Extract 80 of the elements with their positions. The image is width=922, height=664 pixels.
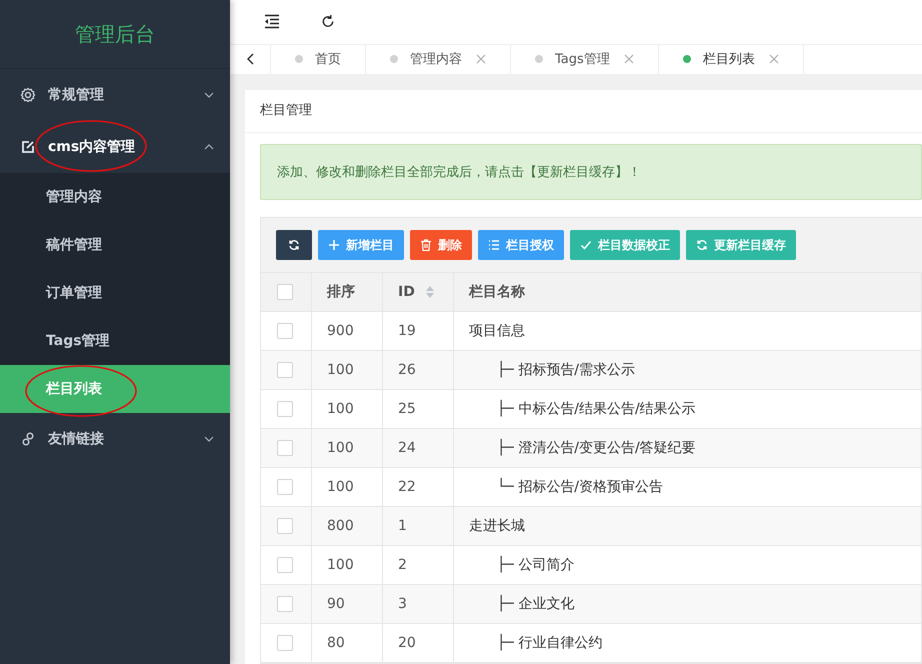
table-cell: 22 (383, 468, 454, 506)
panel-title: 栏目管理 (245, 90, 922, 133)
table-cell: 项目信息 (469, 322, 525, 340)
table-cell: 90 (312, 585, 383, 623)
row-checkbox[interactable] (277, 596, 293, 612)
table-cell: 80 (312, 624, 383, 662)
row-checkbox[interactable] (277, 440, 293, 456)
row-checkbox[interactable] (277, 518, 293, 534)
page-tab[interactable]: 栏目列表 (658, 44, 804, 74)
table-cell: └─ 招标公告/资格预审公告 (497, 478, 664, 496)
table-cell: ├─ 澄清公告/变更公告/答疑纪要 (497, 439, 696, 457)
check-icon (580, 239, 592, 251)
notice-alert: 添加、修改和删除栏目全部完成后，请点击【更新栏目缓存】！ (260, 144, 922, 200)
tab-label: 栏目列表 (702, 51, 755, 68)
table-cell: 1 (383, 507, 454, 545)
close-icon[interactable] (768, 54, 779, 64)
column-header: 栏目名称 (454, 273, 922, 311)
table-cell: ├─ 行业自律公约 (497, 634, 602, 652)
list-icon (488, 239, 500, 251)
menu-label: 常规管理 (48, 86, 105, 104)
submenu-item[interactable]: Tags管理 (0, 317, 230, 365)
table-cell: ├─ 中标公告/结果公告/结果公示 (497, 400, 696, 418)
sort-icon[interactable] (424, 285, 435, 299)
table-cell: 26 (383, 351, 454, 389)
page-tab[interactable]: 首页 (271, 44, 366, 74)
tab-label: Tags管理 (555, 51, 610, 68)
table-cell: 100 (312, 468, 383, 506)
menu-fold-icon[interactable] (264, 14, 280, 30)
submenu-item[interactable]: 稿件管理 (0, 221, 230, 269)
plus-icon (328, 239, 340, 251)
row-checkbox[interactable] (277, 557, 293, 573)
menu-label: 友情链接 (48, 430, 105, 448)
column-header: ID (398, 284, 415, 300)
refresh-button[interactable] (276, 230, 312, 260)
edit-icon (20, 139, 36, 155)
menu-group[interactable]: 友情链接 (0, 413, 230, 465)
table-cell: 100 (312, 429, 383, 467)
page-tab[interactable]: 管理内容 (366, 44, 511, 74)
table-cell: 800 (312, 507, 383, 545)
tab-label: 首页 (315, 51, 341, 68)
menu-label: cms内容管理 (48, 138, 136, 156)
table-cell: 100 (312, 546, 383, 584)
table-cell: 走进长城 (469, 517, 525, 535)
table-cell: 20 (383, 624, 454, 662)
table-cell: ├─ 招标预告/需求公示 (497, 361, 636, 379)
row-checkbox[interactable] (277, 401, 293, 417)
tab-label: 管理内容 (410, 51, 462, 68)
row-checkbox[interactable] (277, 323, 293, 339)
table-cell: 100 (312, 351, 383, 389)
table-cell: 900 (312, 312, 383, 350)
chevron-down-icon (204, 436, 214, 442)
row-checkbox[interactable] (277, 362, 293, 378)
close-icon[interactable] (624, 54, 634, 64)
submenu-item[interactable]: 管理内容 (0, 173, 230, 221)
gear-icon (20, 87, 36, 103)
page-tab[interactable]: Tags管理 (511, 44, 659, 74)
trash-icon (420, 239, 432, 251)
refresh-icon[interactable] (320, 14, 336, 30)
menu-group[interactable]: cms内容管理 (0, 121, 230, 173)
menu-group[interactable]: 常规管理 (0, 69, 230, 121)
table-cell: 3 (383, 585, 454, 623)
table-cell: ├─ 公司简介 (497, 556, 574, 574)
table-cell: 100 (312, 390, 383, 428)
table-cell: 19 (383, 312, 454, 350)
row-checkbox[interactable] (277, 635, 293, 651)
refresh-icon (288, 239, 300, 251)
table-cell: 25 (383, 390, 454, 428)
column-header: 排序 (312, 273, 383, 311)
row-checkbox[interactable] (277, 479, 293, 495)
chevron-left-icon (246, 53, 254, 66)
table-cell: 2 (383, 546, 454, 584)
close-icon[interactable] (476, 54, 486, 64)
chevron-down-icon (204, 92, 214, 98)
submenu-item[interactable]: 订单管理 (0, 269, 230, 317)
select-all-checkbox[interactable] (277, 284, 293, 300)
refresh-icon (696, 239, 708, 251)
link-icon (20, 431, 36, 447)
table-cell: 24 (383, 429, 454, 467)
chevron-up-icon (204, 144, 214, 150)
table-cell: ├─ 企业文化 (497, 595, 574, 613)
